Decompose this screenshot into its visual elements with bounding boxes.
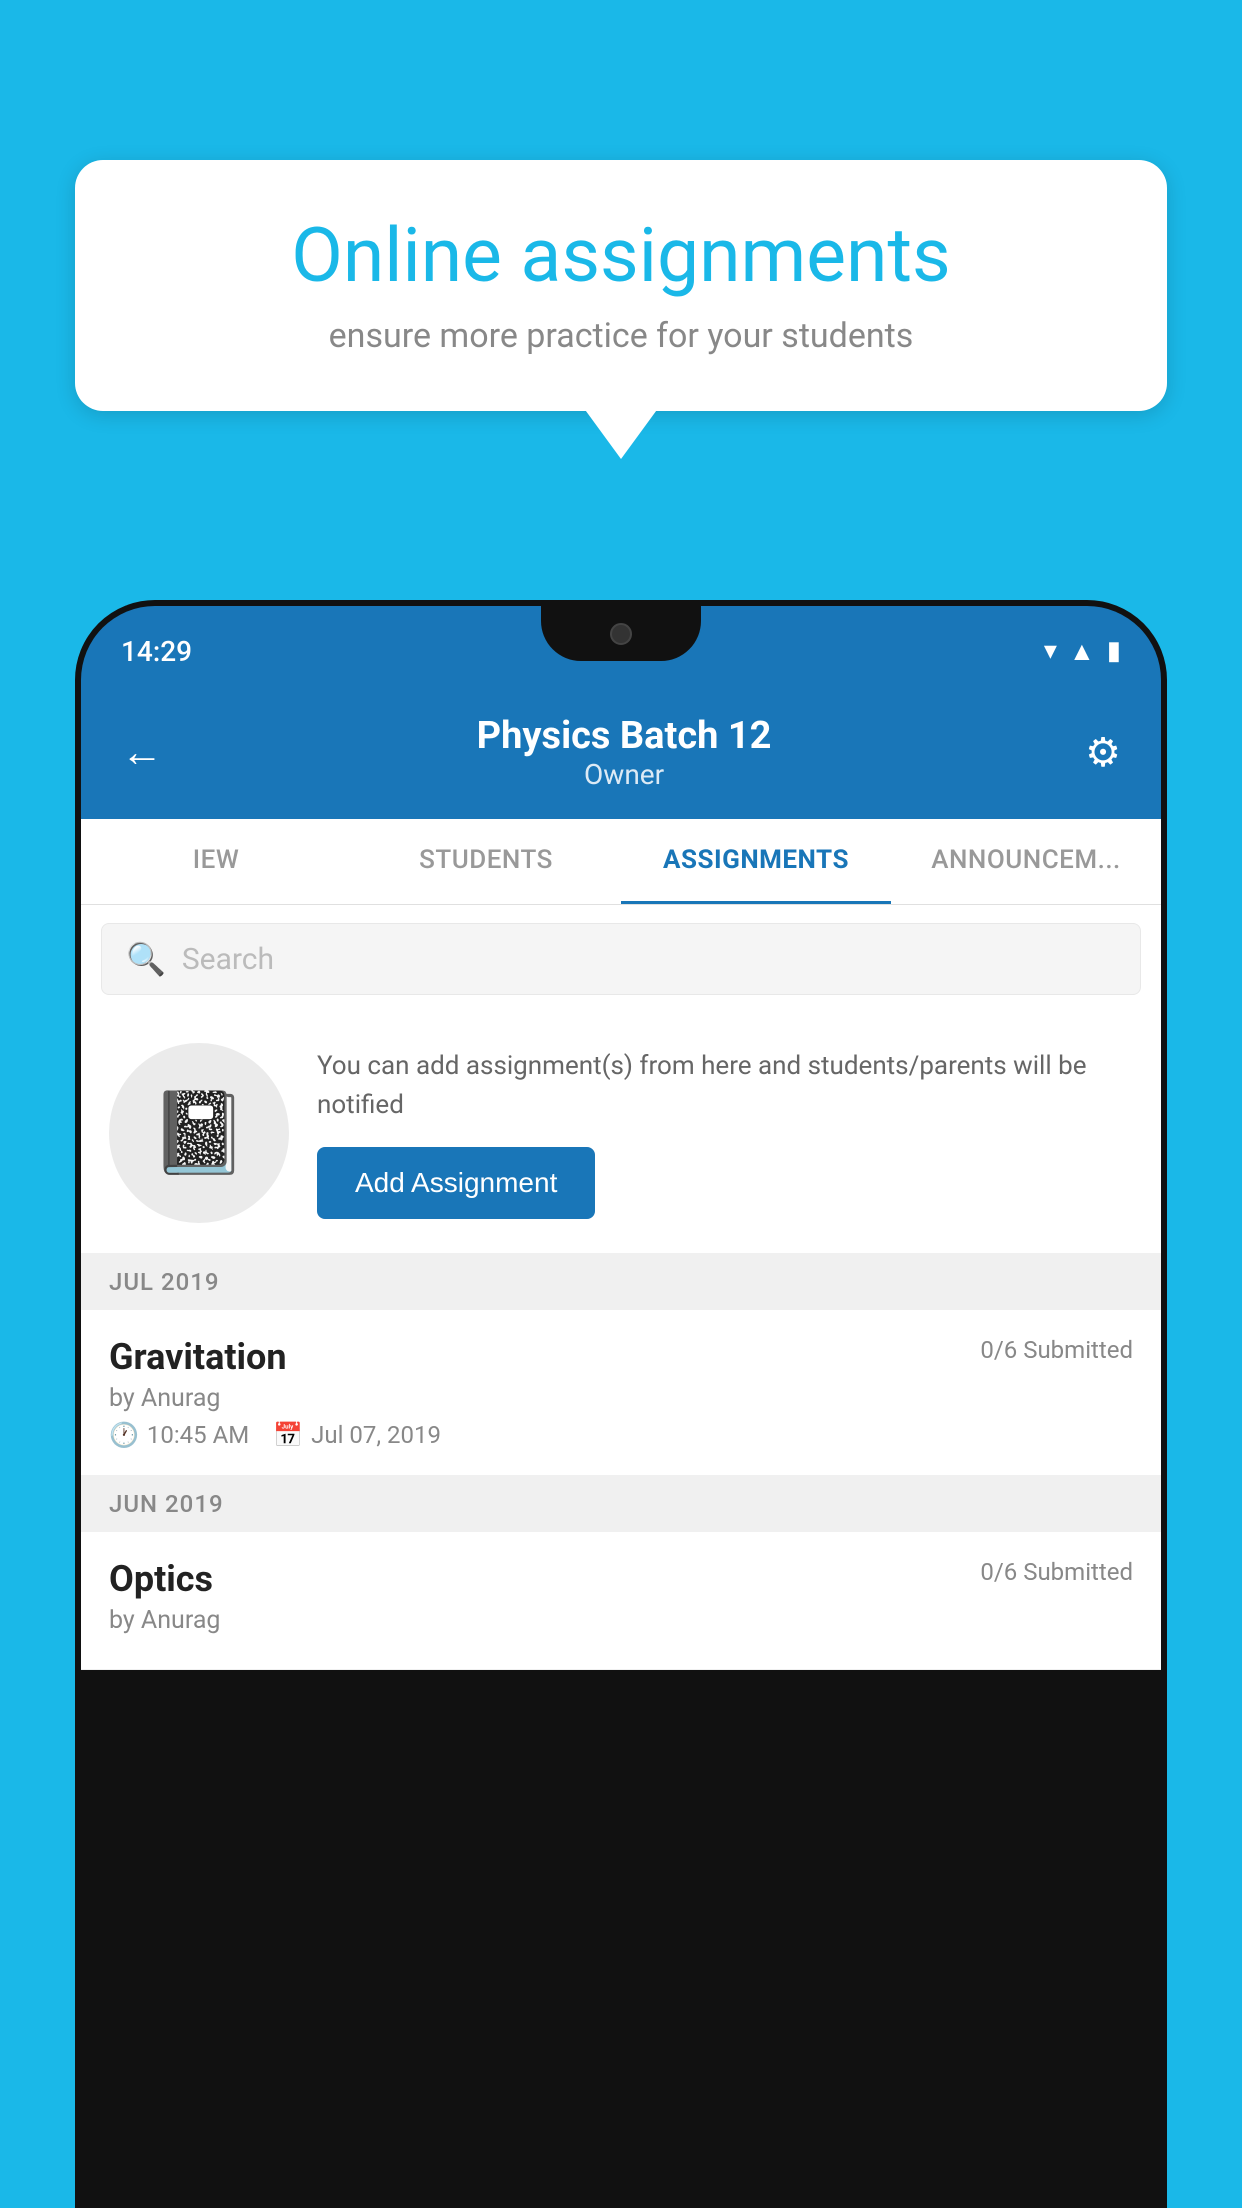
header-center: Physics Batch 12 Owner <box>163 714 1085 791</box>
status-bar: 14:29 ▾ ▲ ▮ <box>81 606 1161 696</box>
promo-icon-circle: 📓 <box>109 1043 289 1223</box>
assignment-name-optics: Optics <box>109 1558 213 1600</box>
header-title: Physics Batch 12 <box>163 714 1085 758</box>
header-subtitle: Owner <box>163 758 1085 791</box>
speech-bubble-container: Online assignments ensure more practice … <box>75 160 1167 411</box>
search-icon: 🔍 <box>126 940 166 978</box>
promo-description: You can add assignment(s) from here and … <box>317 1047 1133 1125</box>
tabs-container: IEW STUDENTS ASSIGNMENTS ANNOUNCEM... <box>81 819 1161 905</box>
search-bar[interactable]: 🔍 Search <box>101 923 1141 995</box>
calendar-icon: 📅 <box>273 1421 303 1449</box>
signal-icon: ▲ <box>1069 636 1095 667</box>
assignment-item-gravitation[interactable]: Gravitation 0/6 Submitted by Anurag 🕐 10… <box>81 1310 1161 1476</box>
clock-icon: 🕐 <box>109 1421 139 1449</box>
month-separator-jun: JUN 2019 <box>81 1476 1161 1532</box>
meta-time: 🕐 10:45 AM <box>109 1421 249 1449</box>
search-placeholder: Search <box>182 942 274 977</box>
app-header: ← Physics Batch 12 Owner ⚙ <box>81 696 1161 819</box>
speech-bubble-subtitle: ensure more practice for your students <box>140 316 1102 356</box>
tab-iew[interactable]: IEW <box>81 819 351 904</box>
status-bar-time: 14:29 <box>121 635 192 668</box>
settings-icon[interactable]: ⚙ <box>1085 729 1121 776</box>
assignment-item-header: Gravitation 0/6 Submitted <box>109 1336 1133 1378</box>
assignment-item-header-optics: Optics 0/6 Submitted <box>109 1558 1133 1600</box>
month-separator-jul: JUL 2019 <box>81 1254 1161 1310</box>
assignment-item-optics[interactable]: Optics 0/6 Submitted by Anurag <box>81 1532 1161 1670</box>
camera <box>610 623 632 645</box>
speech-bubble-title: Online assignments <box>140 215 1102 298</box>
tab-students[interactable]: STUDENTS <box>351 819 621 904</box>
phone-frame: 14:29 ▾ ▲ ▮ ← Physics Batch 12 Owner ⚙ I… <box>75 600 1167 2208</box>
notebook-icon: 📓 <box>149 1086 249 1180</box>
assignment-submitted: 0/6 Submitted <box>980 1336 1133 1364</box>
meta-date: 📅 Jul 07, 2019 <box>273 1421 441 1449</box>
speech-bubble: Online assignments ensure more practice … <box>75 160 1167 411</box>
assignment-by-optics: by Anurag <box>109 1606 1133 1635</box>
assignment-by: by Anurag <box>109 1384 1133 1413</box>
promo-text-section: You can add assignment(s) from here and … <box>317 1047 1133 1219</box>
back-button[interactable]: ← <box>121 728 163 777</box>
status-bar-icons: ▾ ▲ ▮ <box>1044 636 1121 667</box>
assignment-name: Gravitation <box>109 1336 287 1378</box>
battery-icon: ▮ <box>1107 636 1121 666</box>
wifi-icon: ▾ <box>1044 636 1057 666</box>
assignment-time: 10:45 AM <box>147 1421 249 1449</box>
promo-section: 📓 You can add assignment(s) from here an… <box>81 1013 1161 1254</box>
assignment-submitted-optics: 0/6 Submitted <box>980 1558 1133 1586</box>
notch <box>541 606 701 661</box>
tab-assignments[interactable]: ASSIGNMENTS <box>621 819 891 904</box>
phone-content: 🔍 Search 📓 You can add assignment(s) fro… <box>81 905 1161 1670</box>
assignment-meta: 🕐 10:45 AM 📅 Jul 07, 2019 <box>109 1421 1133 1449</box>
assignment-date: Jul 07, 2019 <box>311 1421 441 1449</box>
tab-announcements[interactable]: ANNOUNCEM... <box>891 819 1161 904</box>
add-assignment-button[interactable]: Add Assignment <box>317 1147 595 1219</box>
search-container: 🔍 Search <box>81 905 1161 1013</box>
